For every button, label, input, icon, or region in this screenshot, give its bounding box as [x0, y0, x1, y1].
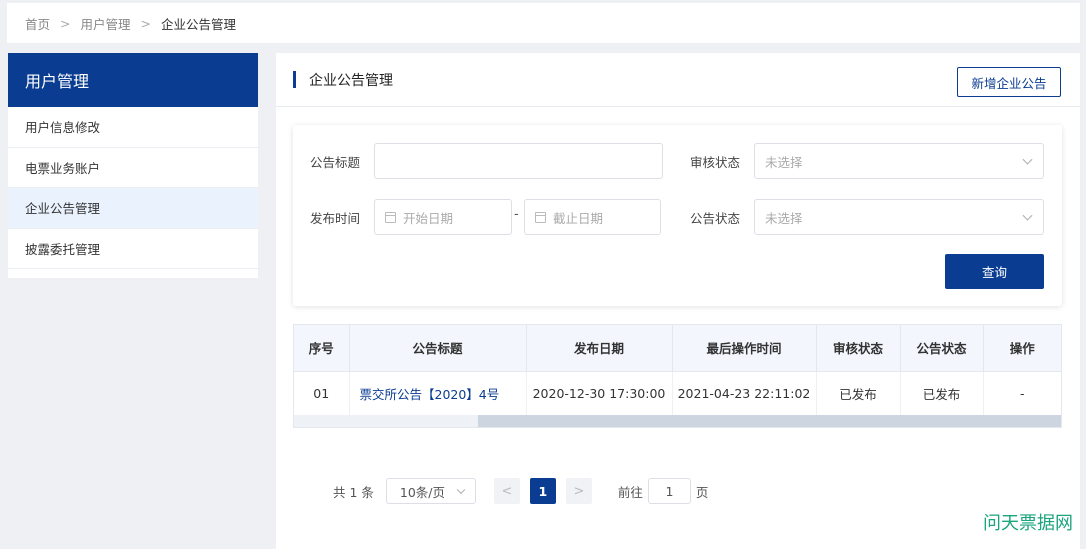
- page-number-current[interactable]: 1: [529, 478, 556, 504]
- sidebar-item-user-info[interactable]: 用户信息修改: [8, 107, 258, 148]
- col-header-audit-status: 审核状态: [816, 325, 901, 372]
- chevron-down-icon: [1022, 154, 1033, 165]
- sidebar-item-announcement[interactable]: 企业公告管理: [8, 188, 258, 229]
- breadcrumb-separator: >: [60, 15, 71, 31]
- filter-panel: 公告标题 审核状态 未选择 发布时间 开始日期 - 截止日期 公告状态 未选择 …: [293, 125, 1062, 306]
- notice-status-label: 公告状态: [690, 211, 741, 226]
- prev-page-button[interactable]: <: [493, 478, 520, 504]
- start-date-placeholder: 开始日期: [403, 210, 454, 226]
- pagination-total: 共 1 条: [333, 484, 374, 500]
- title-accent-bar: [293, 71, 296, 88]
- page-size-value: 10条/页: [399, 484, 446, 500]
- chevron-down-icon: [456, 485, 466, 495]
- watermark-logo: 问天票据网: [983, 513, 1073, 534]
- sidebar-empty-area: [8, 278, 258, 549]
- page-suffix: 页: [695, 484, 709, 500]
- cell-notice-status: 已发布: [900, 371, 984, 415]
- sidebar: 用户管理 用户信息修改 电票业务账户 企业公告管理 披露委托管理: [8, 53, 258, 278]
- calendar-icon: [535, 211, 546, 223]
- notice-status-select[interactable]: 未选择: [754, 199, 1044, 235]
- audit-status-select[interactable]: 未选择: [754, 143, 1044, 179]
- page-title: 企业公告管理: [309, 72, 393, 89]
- title-filter-label: 公告标题: [310, 155, 361, 170]
- notice-status-placeholder: 未选择: [765, 210, 803, 226]
- next-page-button[interactable]: >: [565, 478, 592, 504]
- title-filter-input[interactable]: [374, 143, 663, 179]
- table-row: 01 票交所公告【2020】4号 2020-12-30 17:30:00 202…: [294, 371, 1061, 415]
- cell-publish-date: 2020-12-30 17:30:00: [526, 371, 673, 415]
- page-size-select[interactable]: 10条/页: [385, 478, 476, 504]
- audit-status-label: 审核状态: [690, 155, 741, 170]
- main-panel: 企业公告管理 新增企业公告 公告标题 审核状态 未选择 发布时间 开始日期 - …: [276, 53, 1080, 549]
- horizontal-scrollbar[interactable]: [294, 415, 1061, 427]
- start-date-input[interactable]: 开始日期: [374, 199, 512, 235]
- goto-page-input[interactable]: 1: [647, 478, 691, 504]
- pagination: 共 1 条 10条/页 < 1 > 前往 1 页: [333, 478, 708, 504]
- calendar-icon: [385, 211, 396, 223]
- table-header-row: 序号 公告标题 发布日期 最后操作时间 审核状态 公告状态 操作: [294, 325, 1061, 372]
- cell-last-op-time: 2021-04-23 22:11:02: [672, 371, 817, 415]
- audit-status-placeholder: 未选择: [765, 154, 803, 170]
- end-date-placeholder: 截止日期: [553, 210, 604, 226]
- publish-time-label: 发布时间: [310, 211, 361, 226]
- add-announcement-button[interactable]: 新增企业公告: [957, 67, 1061, 97]
- goto-label: 前往: [617, 484, 643, 500]
- chevron-down-icon: [1022, 210, 1033, 221]
- breadcrumb-current: 企业公告管理: [161, 16, 237, 32]
- col-header-last-op-time: 最后操作时间: [672, 325, 817, 372]
- sidebar-item-disclosure[interactable]: 披露委托管理: [8, 229, 258, 269]
- col-header-index: 序号: [294, 325, 350, 372]
- breadcrumb-home[interactable]: 首页: [25, 14, 50, 33]
- breadcrumb-user-management[interactable]: 用户管理: [81, 14, 131, 33]
- announcement-table: 序号 公告标题 发布日期 最后操作时间 审核状态 公告状态 操作 01 票交所公…: [293, 324, 1062, 428]
- breadcrumb-separator: >: [140, 15, 151, 31]
- col-header-action: 操作: [983, 325, 1061, 372]
- date-range-separator: -: [514, 207, 519, 222]
- cell-title-link[interactable]: 票交所公告【2020】4号: [349, 371, 527, 415]
- col-header-publish-date: 发布日期: [526, 325, 673, 372]
- main-header: 企业公告管理 新增企业公告: [276, 53, 1080, 107]
- col-header-title: 公告标题: [349, 325, 527, 372]
- cell-audit-status: 已发布: [816, 371, 901, 415]
- cell-action: -: [1019, 385, 1025, 401]
- end-date-input[interactable]: 截止日期: [524, 199, 661, 235]
- breadcrumb: 首页 > 用户管理 > 企业公告管理: [7, 3, 1080, 43]
- sidebar-title: 用户管理: [8, 53, 258, 107]
- col-header-notice-status: 公告状态: [900, 325, 984, 372]
- scrollbar-thumb[interactable]: [478, 415, 1061, 427]
- cell-index: 01: [294, 371, 350, 415]
- sidebar-item-ebill-account[interactable]: 电票业务账户: [8, 148, 258, 188]
- query-button[interactable]: 查询: [945, 254, 1044, 289]
